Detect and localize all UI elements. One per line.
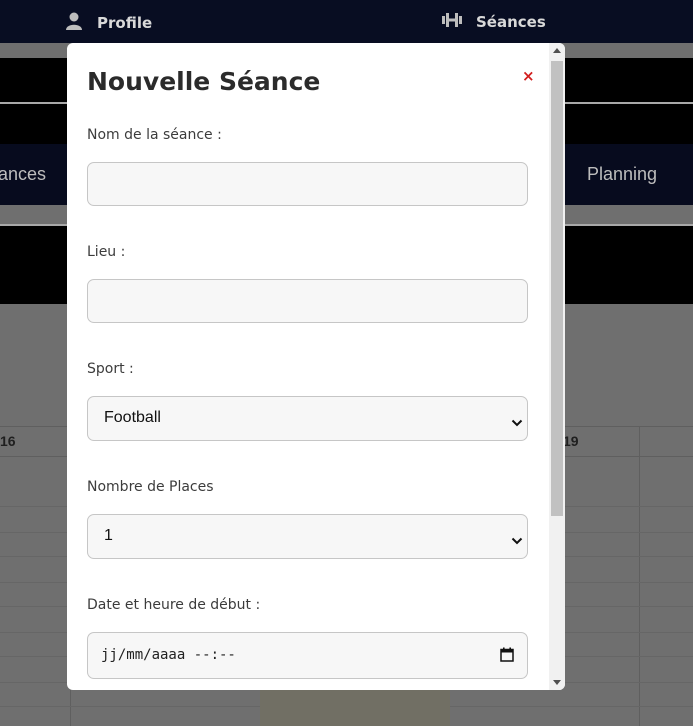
- calendar-column-line: [639, 426, 640, 726]
- nav-seances[interactable]: Séances: [441, 11, 546, 33]
- place-label: Lieu :: [87, 244, 126, 260]
- sport-select[interactable]: Football: [87, 396, 528, 441]
- calendar-today-cell: [260, 684, 450, 726]
- nav-seances-label: Séances: [476, 13, 546, 31]
- new-session-modal: Nouvelle Séance × Nom de la séance : Lie…: [67, 43, 565, 690]
- nav-profile[interactable]: Profile: [64, 11, 152, 35]
- calendar-icon[interactable]: [500, 647, 514, 666]
- nav-profile-label: Profile: [97, 14, 153, 32]
- start-datetime-label: Date et heure de début :: [87, 597, 261, 613]
- subnav-item-seances[interactable]: ances: [0, 164, 46, 185]
- calendar-day-header: 19: [563, 433, 579, 449]
- start-datetime-value: jj/mm/aaaa --:--: [101, 647, 236, 663]
- chevron-down-icon: [511, 531, 523, 550]
- scroll-up-arrow-icon[interactable]: [553, 48, 561, 53]
- chevron-down-icon: [511, 413, 523, 432]
- places-count-value: 1: [104, 527, 113, 544]
- scroll-thumb[interactable]: [551, 61, 563, 516]
- places-count-label: Nombre de Places: [87, 479, 214, 495]
- user-icon: [64, 11, 84, 35]
- calendar-day-header: 16: [0, 433, 16, 449]
- scroll-down-arrow-icon[interactable]: [553, 680, 561, 685]
- close-button[interactable]: ×: [522, 67, 535, 85]
- sport-select-value: Football: [104, 409, 161, 426]
- top-navigation: Profile Séances: [0, 0, 693, 43]
- session-name-label: Nom de la séance :: [87, 127, 222, 143]
- start-datetime-input[interactable]: jj/mm/aaaa --:--: [87, 632, 528, 679]
- places-count-select[interactable]: 1: [87, 514, 528, 559]
- subnav-item-planning[interactable]: Planning: [587, 164, 657, 185]
- modal-scrollbar[interactable]: [549, 43, 565, 690]
- sport-label: Sport :: [87, 361, 134, 377]
- dumbbell-icon: [441, 11, 463, 33]
- modal-title: Nouvelle Séance: [87, 67, 321, 96]
- place-input[interactable]: [87, 279, 528, 323]
- modal-content: Nouvelle Séance × Nom de la séance : Lie…: [67, 43, 549, 690]
- session-name-input[interactable]: [87, 162, 528, 206]
